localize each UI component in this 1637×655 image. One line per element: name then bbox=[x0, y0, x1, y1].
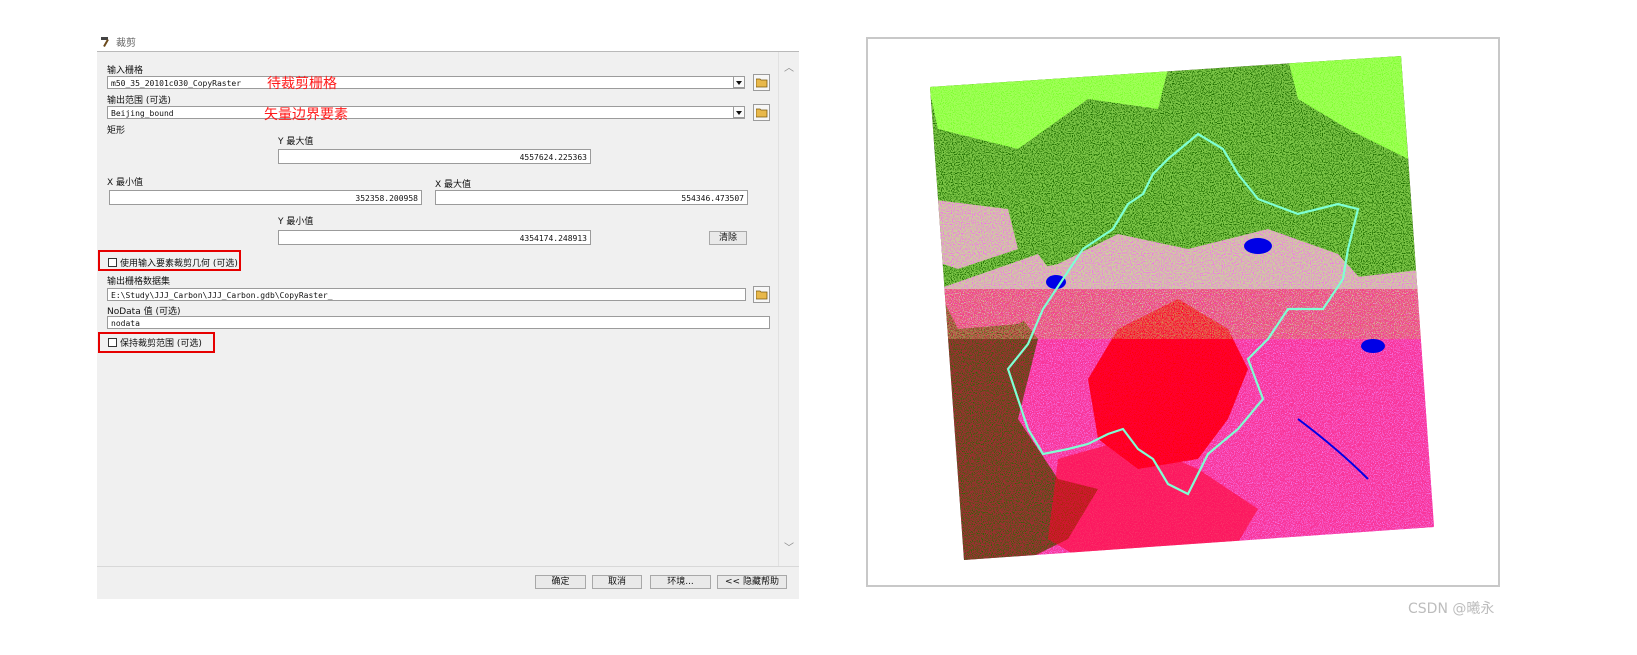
output-extent-label: 输出范围 (可选) bbox=[107, 96, 171, 106]
folder-icon bbox=[756, 290, 768, 300]
clip-dialog: 输入栅格 m50_35_20101c030_CopyRaster 待裁剪栅格 输… bbox=[97, 51, 799, 599]
hide-help-button[interactable]: << 隐藏帮助 bbox=[717, 575, 787, 589]
input-raster-dropdown[interactable] bbox=[733, 76, 745, 88]
output-dataset-input[interactable]: E:\Study\JJJ_Carbon\JJJ_Carbon.gdb\CopyR… bbox=[107, 288, 746, 301]
y-max-input[interactable]: 4557624.225363 bbox=[278, 149, 591, 164]
water-body-east bbox=[1361, 339, 1385, 353]
y-max-label: Y 最大值 bbox=[278, 137, 314, 147]
output-dataset-label: 输出栅格数据集 bbox=[107, 277, 171, 287]
folder-icon bbox=[756, 78, 768, 88]
dialog-footer: 确定 取消 环境... << 隐藏帮助 bbox=[97, 566, 799, 599]
output-extent-select[interactable]: Beijing_bound bbox=[107, 106, 745, 119]
input-raster-browse-button[interactable] bbox=[753, 74, 770, 91]
y-min-input[interactable]: 4354174.248913 bbox=[278, 230, 591, 245]
map-preview-frame bbox=[866, 37, 1500, 587]
scroll-down-icon[interactable]: ﹀ bbox=[783, 544, 795, 554]
x-max-label: X 最大值 bbox=[435, 180, 472, 190]
x-min-input[interactable]: 352358.200958 bbox=[109, 190, 422, 205]
dialog-content: 输入栅格 m50_35_20101c030_CopyRaster 待裁剪栅格 输… bbox=[97, 52, 779, 566]
clear-button[interactable]: 清除 bbox=[709, 231, 747, 245]
x-min-label: X 最小值 bbox=[107, 178, 144, 188]
maintain-extent-checkbox[interactable]: 保持裁剪范围 (可选) bbox=[108, 336, 202, 349]
x-max-input[interactable]: 554346.473507 bbox=[435, 190, 748, 205]
water-reservoir-north bbox=[1244, 238, 1272, 254]
nodata-input[interactable]: nodata bbox=[107, 316, 770, 329]
land-cover-layer bbox=[930, 56, 1434, 560]
urban-speckle bbox=[930, 289, 1434, 560]
use-input-geometry-checkbox[interactable]: 使用输入要素裁剪几何 (可选) bbox=[108, 256, 238, 269]
maintain-extent-label: 保持裁剪范围 (可选) bbox=[120, 339, 202, 349]
output-extent-dropdown[interactable] bbox=[733, 106, 745, 118]
environments-button[interactable]: 环境... bbox=[650, 575, 711, 589]
checkbox-box[interactable] bbox=[108, 258, 117, 267]
output-extent-annotation: 矢量边界要素 bbox=[264, 107, 348, 123]
land-cover-map bbox=[930, 56, 1434, 560]
ok-button[interactable]: 确定 bbox=[535, 575, 586, 589]
csdn-watermark: CSDN @曦永 bbox=[1408, 601, 1495, 617]
cancel-button[interactable]: 取消 bbox=[592, 575, 642, 589]
output-dataset-browse-button[interactable] bbox=[753, 286, 770, 303]
dialog-title-text: 裁剪 bbox=[116, 38, 136, 49]
scroll-up-icon[interactable]: ︿ bbox=[783, 64, 795, 74]
input-raster-label: 输入栅格 bbox=[107, 66, 144, 76]
y-min-label: Y 最小值 bbox=[278, 217, 314, 227]
dialog-title: 裁剪 bbox=[100, 34, 136, 49]
hammer-icon bbox=[101, 36, 109, 47]
rectangle-label: 矩形 bbox=[107, 126, 126, 136]
output-extent-browse-button[interactable] bbox=[753, 104, 770, 121]
input-raster-annotation: 待裁剪栅格 bbox=[267, 76, 337, 92]
input-raster-select[interactable]: m50_35_20101c030_CopyRaster bbox=[107, 76, 745, 89]
vertical-scrollbar[interactable]: ︿ ﹀ bbox=[778, 52, 799, 566]
use-input-geometry-label: 使用输入要素裁剪几何 (可选) bbox=[120, 259, 238, 269]
checkbox-box[interactable] bbox=[108, 338, 117, 347]
folder-icon bbox=[756, 108, 768, 118]
